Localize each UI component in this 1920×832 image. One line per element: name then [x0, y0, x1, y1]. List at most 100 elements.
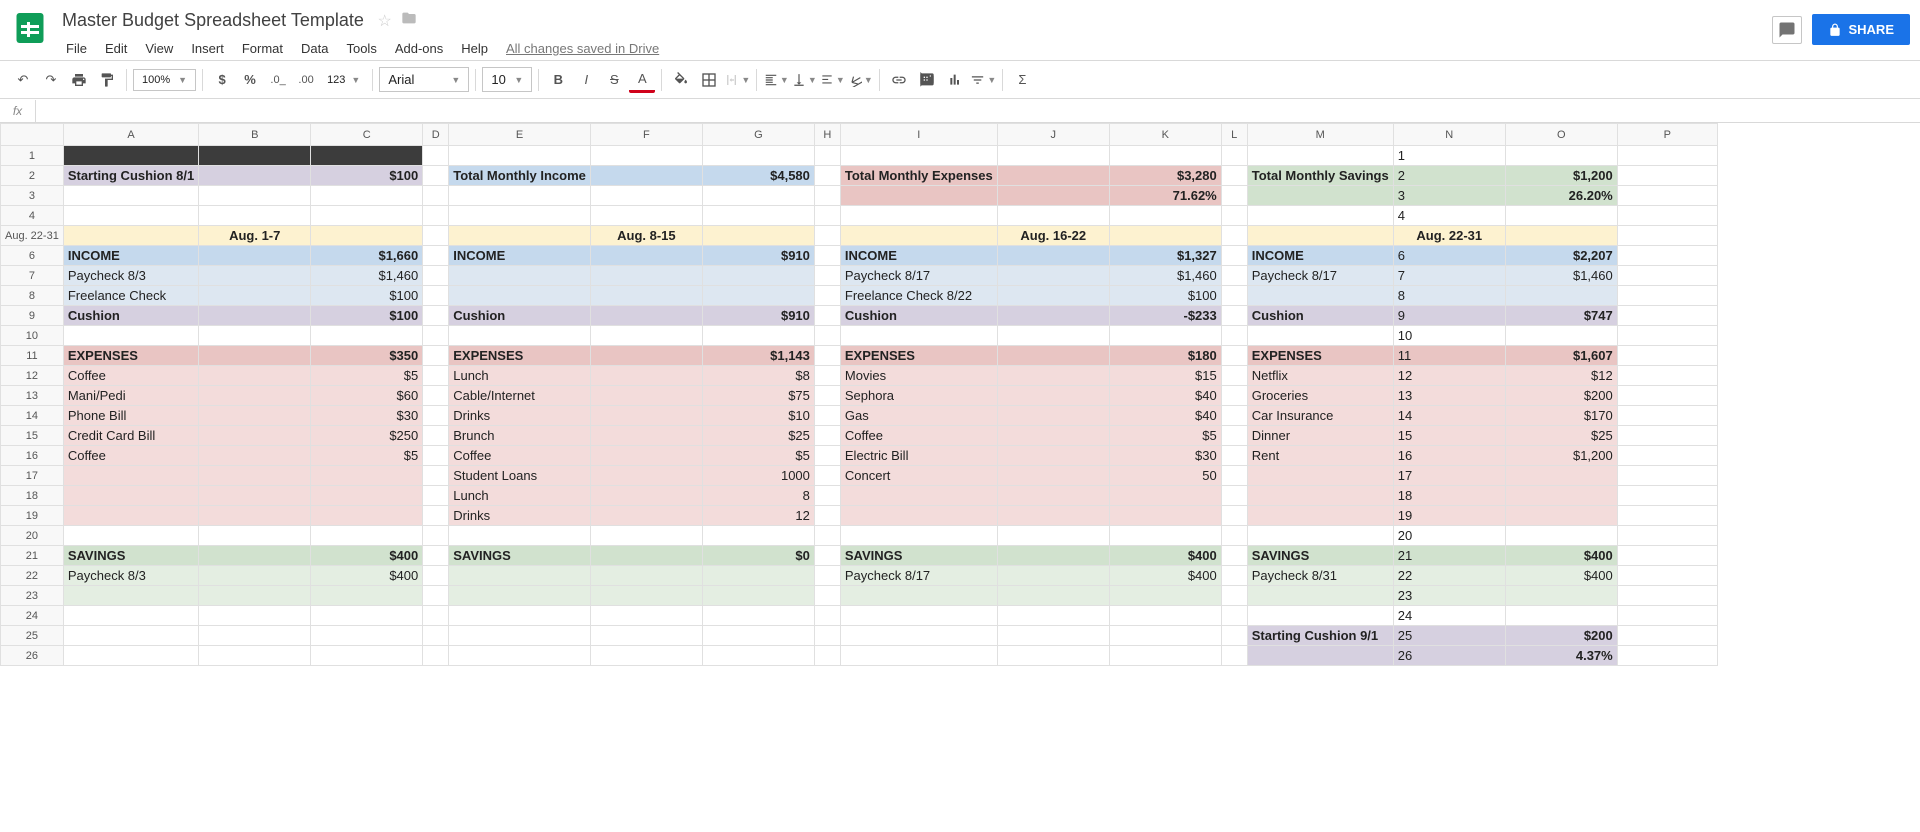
- col-header-B[interactable]: B: [199, 124, 311, 146]
- cell-J12[interactable]: [997, 366, 1109, 386]
- cell-F19[interactable]: [590, 506, 702, 526]
- cell-D18[interactable]: [423, 486, 449, 506]
- cell-J8[interactable]: [997, 286, 1109, 306]
- cell-M23[interactable]: [1247, 586, 1393, 606]
- row-header-Aug. 22-31[interactable]: Aug. 22-31: [1, 226, 64, 246]
- cell-A11[interactable]: EXPENSES: [63, 346, 198, 366]
- strikethrough-button[interactable]: S: [601, 67, 627, 93]
- cell-A19[interactable]: [63, 506, 198, 526]
- cell-K19[interactable]: [1109, 506, 1221, 526]
- cell-D13[interactable]: [423, 386, 449, 406]
- menu-addons[interactable]: Add-ons: [387, 37, 451, 60]
- cell-H24[interactable]: [814, 606, 840, 626]
- cell-L23[interactable]: [1221, 586, 1247, 606]
- cell-P22[interactable]: [1617, 566, 1717, 586]
- cell-M25[interactable]: Starting Cushion 9/1: [1247, 626, 1393, 646]
- cell-D23[interactable]: [423, 586, 449, 606]
- cell-J13[interactable]: [997, 386, 1109, 406]
- cell-I24[interactable]: [840, 606, 997, 626]
- cell-I25[interactable]: [840, 626, 997, 646]
- row-header-13[interactable]: 13: [1, 386, 64, 406]
- cell-K18[interactable]: [1109, 486, 1221, 506]
- col-header-E[interactable]: E: [449, 124, 591, 146]
- cell-B12[interactable]: [199, 366, 311, 386]
- cell-I21[interactable]: SAVINGS: [840, 546, 997, 566]
- cell-D19[interactable]: [423, 506, 449, 526]
- cell-I1[interactable]: [840, 146, 997, 166]
- cell-G9[interactable]: $910: [702, 306, 814, 326]
- cell-I26[interactable]: [840, 646, 997, 666]
- save-status[interactable]: All changes saved in Drive: [498, 37, 667, 60]
- cell-F20[interactable]: [590, 526, 702, 546]
- row-header-19[interactable]: 19: [1, 506, 64, 526]
- cell-O8[interactable]: [1505, 286, 1617, 306]
- cell-D7[interactable]: [423, 266, 449, 286]
- cell-G25[interactable]: [702, 626, 814, 646]
- cell-J22[interactable]: [997, 566, 1109, 586]
- cell-D20[interactable]: [423, 526, 449, 546]
- cell-M4[interactable]: [1247, 206, 1393, 226]
- cell-C7[interactable]: $1,460: [311, 266, 423, 286]
- cell-K16[interactable]: $30: [1109, 446, 1221, 466]
- cell-E16[interactable]: Coffee: [449, 446, 591, 466]
- row-header-4[interactable]: 4: [1, 206, 64, 226]
- cell-F14[interactable]: [590, 406, 702, 426]
- cell-A24[interactable]: [63, 606, 198, 626]
- cell-O12[interactable]: $12: [1505, 366, 1617, 386]
- cell-N1[interactable]: 1: [1393, 146, 1505, 166]
- cell-J2[interactable]: [997, 166, 1109, 186]
- cell-E22[interactable]: [449, 566, 591, 586]
- row-header-25[interactable]: 25: [1, 626, 64, 646]
- cell-N16[interactable]: 16: [1393, 446, 1505, 466]
- cell-N12[interactable]: 12: [1393, 366, 1505, 386]
- cell-E21[interactable]: SAVINGS: [449, 546, 591, 566]
- cell-H19[interactable]: [814, 506, 840, 526]
- row-header-15[interactable]: 15: [1, 426, 64, 446]
- currency-button[interactable]: $: [209, 67, 235, 93]
- cell-O21[interactable]: $400: [1505, 546, 1617, 566]
- cell-D22[interactable]: [423, 566, 449, 586]
- cell-E14[interactable]: Drinks: [449, 406, 591, 426]
- cell-H11[interactable]: [814, 346, 840, 366]
- cell-L20[interactable]: [1221, 526, 1247, 546]
- row-header-23[interactable]: 23: [1, 586, 64, 606]
- cell-K3[interactable]: 71.62%: [1109, 186, 1221, 206]
- cell-M6[interactable]: INCOME: [1247, 246, 1393, 266]
- row-header-6[interactable]: 6: [1, 246, 64, 266]
- menu-help[interactable]: Help: [453, 37, 496, 60]
- cell-E25[interactable]: [449, 626, 591, 646]
- cell-B24[interactable]: [199, 606, 311, 626]
- cell-O11[interactable]: $1,607: [1505, 346, 1617, 366]
- row-header-22[interactable]: 22: [1, 566, 64, 586]
- cell-L13[interactable]: [1221, 386, 1247, 406]
- row-header-7[interactable]: 7: [1, 266, 64, 286]
- cell-E17[interactable]: Student Loans: [449, 466, 591, 486]
- font-size-select[interactable]: 10▼: [482, 67, 532, 92]
- cell-L26[interactable]: [1221, 646, 1247, 666]
- cell-B25[interactable]: [199, 626, 311, 646]
- cell-M12[interactable]: Netflix: [1247, 366, 1393, 386]
- cell-L11[interactable]: [1221, 346, 1247, 366]
- cell-M8[interactable]: [1247, 286, 1393, 306]
- menu-data[interactable]: Data: [293, 37, 336, 60]
- cell-A8[interactable]: Freelance Check: [63, 286, 198, 306]
- cell-A15[interactable]: Credit Card Bill: [63, 426, 198, 446]
- cell-B9[interactable]: [199, 306, 311, 326]
- cell-C12[interactable]: $5: [311, 366, 423, 386]
- print-button[interactable]: [66, 67, 92, 93]
- row-header-12[interactable]: 12: [1, 366, 64, 386]
- cell-J25[interactable]: [997, 626, 1109, 646]
- cell-N4[interactable]: 4: [1393, 206, 1505, 226]
- cell-O18[interactable]: [1505, 486, 1617, 506]
- cell-L2[interactable]: [1221, 166, 1247, 186]
- menu-insert[interactable]: Insert: [183, 37, 232, 60]
- cell-OAug. 22-31[interactable]: [1505, 226, 1617, 246]
- cell-D10[interactable]: [423, 326, 449, 346]
- cell-I3[interactable]: [840, 186, 997, 206]
- cell-F25[interactable]: [590, 626, 702, 646]
- menu-edit[interactable]: Edit: [97, 37, 135, 60]
- cell-K14[interactable]: $40: [1109, 406, 1221, 426]
- cell-F22[interactable]: [590, 566, 702, 586]
- cell-N10[interactable]: 10: [1393, 326, 1505, 346]
- cell-O16[interactable]: $1,200: [1505, 446, 1617, 466]
